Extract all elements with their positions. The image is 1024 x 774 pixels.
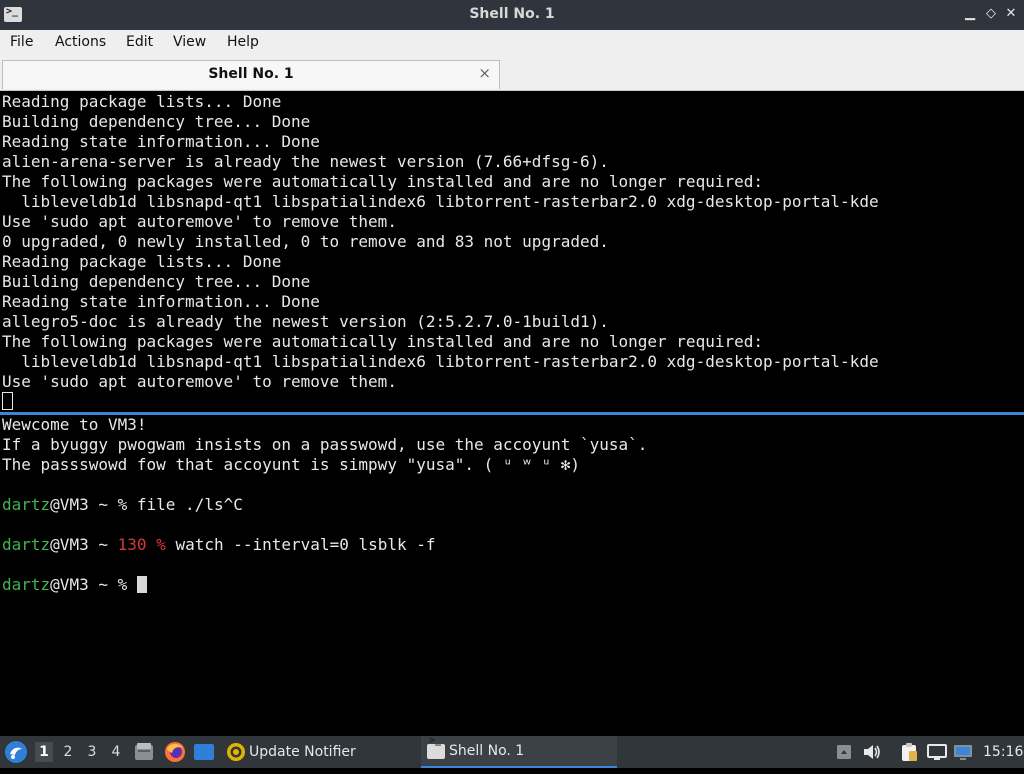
task-shell-no-1[interactable]: >_ Shell No. 1 <box>421 735 617 768</box>
prompt-symbol: % <box>156 535 166 554</box>
menu-view[interactable]: View <box>173 34 206 50</box>
minimize-button[interactable]: ▁ <box>962 6 978 22</box>
task-label: Update Notifier <box>249 744 356 760</box>
menu-bar: File Actions Edit View Help <box>0 30 1024 58</box>
file-manager-icon[interactable] <box>134 742 154 762</box>
motd-line: The passswowd fow that accoyunt is simpw… <box>2 455 580 474</box>
close-button[interactable]: ✕ <box>1003 6 1019 22</box>
tab-close-icon[interactable]: × <box>478 64 491 82</box>
prompt-host: @VM3 ~ <box>50 535 118 554</box>
command-text: watch --interval=0 lsblk -f <box>175 535 436 554</box>
terminal-line: Reading package lists... Done <box>2 92 282 111</box>
prompt-user: dartz <box>2 495 51 514</box>
start-menu-icon[interactable] <box>4 740 28 764</box>
desktop-4[interactable]: 4 <box>107 742 125 762</box>
menu-actions[interactable]: Actions <box>55 34 106 50</box>
title-bar: >_ Shell No. 1 ▁ ◇ ✕ <box>0 0 1024 30</box>
terminal-line: Use 'sudo apt autoremove' to remove them… <box>2 212 397 231</box>
prompt-symbol: % <box>117 495 128 514</box>
screen-icon[interactable] <box>927 743 947 761</box>
terminal-line: Reading state information... Done <box>2 132 320 151</box>
volume-icon[interactable] <box>862 743 882 761</box>
desktop-2[interactable]: 2 <box>59 742 77 762</box>
terminal-pane-top[interactable]: Reading package lists... Done Building d… <box>0 92 1024 412</box>
clipboard-icon[interactable] <box>900 742 918 762</box>
clock[interactable]: 15:16 <box>983 736 1023 768</box>
restore-button[interactable]: ◇ <box>983 6 999 22</box>
update-notifier-icon <box>226 742 246 762</box>
desktop-1[interactable]: 1 <box>35 742 53 762</box>
tray-keyboard-icon[interactable] <box>836 743 852 761</box>
desktop-show-icon[interactable] <box>193 743 215 761</box>
taskbar: 1 2 3 4 Update Notifier >_ Shell No. 1 1… <box>0 735 1024 768</box>
terminal-line: The following packages were automaticall… <box>2 172 763 191</box>
prompt-user: dartz <box>2 575 51 594</box>
network-icon[interactable] <box>953 743 973 761</box>
terminal-cursor <box>136 576 147 593</box>
terminal-cursor <box>2 392 13 410</box>
terminal-line: Reading state information... Done <box>2 292 320 311</box>
tab-shell-1[interactable]: Shell No. 1 × <box>2 60 500 89</box>
terminal-line: allegro5-doc is already the newest versi… <box>2 312 609 331</box>
window-title: Shell No. 1 <box>469 6 555 22</box>
terminal-pane-bottom[interactable]: Wewcome to VM3! If a byuggy pwogwam insi… <box>0 415 1024 735</box>
motd-line: Wewcome to VM3! <box>2 415 147 434</box>
prompt-symbol: % <box>117 575 128 594</box>
tab-bar: Shell No. 1 × <box>0 58 1024 91</box>
menu-file[interactable]: File <box>10 34 33 50</box>
terminal-line: alien-arena-server is already the newest… <box>2 152 609 171</box>
terminal-task-icon: >_ <box>427 735 445 759</box>
prompt-user: dartz <box>2 535 51 554</box>
command-text: file ./ls^C <box>136 495 243 514</box>
terminal-line: libleveldb1d libsnapd-qt1 libspatialinde… <box>2 352 879 371</box>
firefox-icon[interactable] <box>164 741 186 763</box>
terminal-line: The following packages were automaticall… <box>2 332 763 351</box>
terminal-line: Building dependency tree... Done <box>2 112 311 131</box>
task-label: Shell No. 1 <box>449 743 525 759</box>
prompt-host: @VM3 ~ <box>50 575 118 594</box>
menu-help[interactable]: Help <box>227 34 259 50</box>
terminal-line: 0 upgraded, 0 newly installed, 0 to remo… <box>2 232 609 251</box>
exit-code: 130 <box>117 535 147 554</box>
terminal-line: Building dependency tree... Done <box>2 272 311 291</box>
terminal-line: Use 'sudo apt autoremove' to remove them… <box>2 372 397 391</box>
prompt-host: @VM3 ~ <box>50 495 118 514</box>
terminal-line: libleveldb1d libsnapd-qt1 libspatialinde… <box>2 192 879 211</box>
task-update-notifier[interactable]: Update Notifier <box>222 736 418 768</box>
terminal-line: Reading package lists... Done <box>2 252 282 271</box>
desktop-3[interactable]: 3 <box>83 742 101 762</box>
motd-line: If a byuggy pwogwam insists on a passwow… <box>2 435 648 454</box>
tab-label: Shell No. 1 <box>208 66 294 82</box>
menu-edit[interactable]: Edit <box>126 34 153 50</box>
